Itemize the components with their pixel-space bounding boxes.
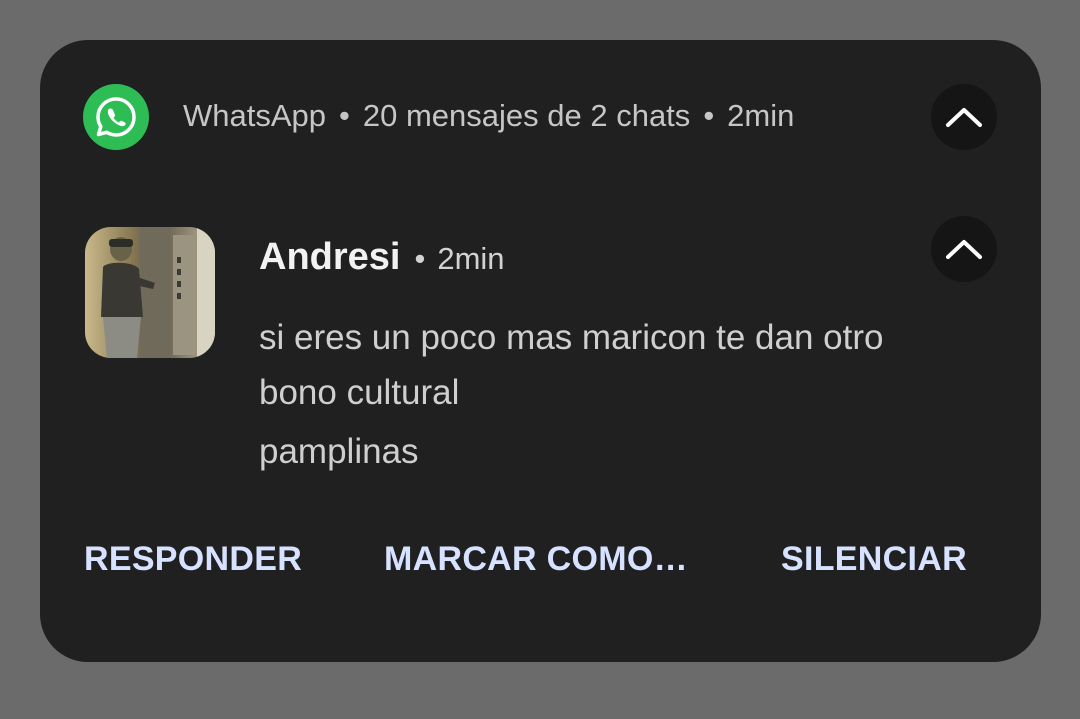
collapse-message-button[interactable] [931,216,997,282]
mark-as-button[interactable]: MARCAR COMO… [384,540,688,579]
notification-time: 2min [727,98,795,133]
separator-dot: • [339,98,350,133]
notification-card[interactable]: WhatsApp • 20 mensajes de 2 chats • 2min [40,40,1041,662]
app-name: WhatsApp [183,98,327,133]
notification-summary: 20 mensajes de 2 chats [362,98,691,133]
whatsapp-icon [83,84,149,150]
notification-header: WhatsApp • 20 mensajes de 2 chats • 2min [183,98,794,134]
reply-button[interactable]: RESPONDER [84,540,302,579]
chevron-up-icon [946,240,982,259]
separator-dot: • [414,241,426,276]
separator-dot: • [703,98,715,133]
chevron-up-icon [946,108,982,127]
contact-avatar [85,227,215,358]
message-time: 2min [437,241,505,276]
mute-button[interactable]: SILENCIAR [781,540,967,579]
message-line: bono cultural [259,373,460,412]
collapse-notification-button[interactable] [931,84,997,150]
message-line: si eres un poco mas maricon te dan otro [259,318,884,357]
sender-name: Andresi [259,236,401,278]
message-sender-line: Andresi • 2min [259,236,505,279]
message-line: pamplinas [259,432,419,471]
